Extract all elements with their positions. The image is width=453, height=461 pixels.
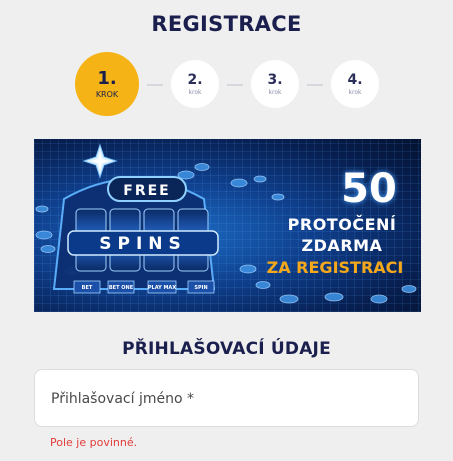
spins-text: SPINS	[99, 234, 187, 254]
step-4: 4. krok	[331, 60, 379, 108]
bet-one-button-label: BET ONE	[109, 285, 134, 291]
step-4-number: 4.	[347, 71, 363, 88]
promo-banner: FREE SPINS BET BET ONE PLAY MAX SPIN 50 …	[34, 139, 421, 312]
step-connector	[227, 84, 243, 86]
step-connector	[307, 84, 323, 86]
username-field[interactable]	[34, 369, 419, 428]
banner-line-3: ZA REGISTRACI	[266, 258, 404, 277]
spin-button-label: SPIN	[194, 285, 207, 291]
play-max-button-label: PLAY MAX	[148, 285, 176, 291]
username-error-message: Pole je povinné.	[50, 436, 138, 449]
step-2-label: krok	[188, 88, 202, 96]
username-input[interactable]	[49, 370, 408, 428]
free-sign-text: FREE	[123, 183, 170, 199]
star-icon	[82, 143, 118, 179]
step-2: 2. krok	[171, 60, 219, 108]
banner-count: 50	[341, 166, 397, 212]
step-3: 3. krok	[251, 60, 299, 108]
step-1-label: KROK	[95, 89, 119, 99]
step-3-number: 3.	[267, 71, 283, 88]
step-2-number: 2.	[187, 71, 203, 88]
step-3-label: krok	[268, 88, 282, 96]
step-indicator: 1. KROK 2. krok 3. krok 4. krok	[0, 0, 453, 120]
bet-button-label: BET	[82, 285, 93, 291]
banner-line-1: PROTOČENÍ	[287, 215, 397, 234]
step-4-label: krok	[348, 88, 362, 96]
banner-line-2: ZDARMA	[301, 236, 383, 255]
section-title: PŘIHLAŠOVACÍ ÚDAJE	[122, 339, 331, 359]
step-1-number: 1.	[97, 67, 117, 89]
step-connector	[147, 84, 163, 86]
step-1: 1. KROK	[75, 52, 139, 116]
